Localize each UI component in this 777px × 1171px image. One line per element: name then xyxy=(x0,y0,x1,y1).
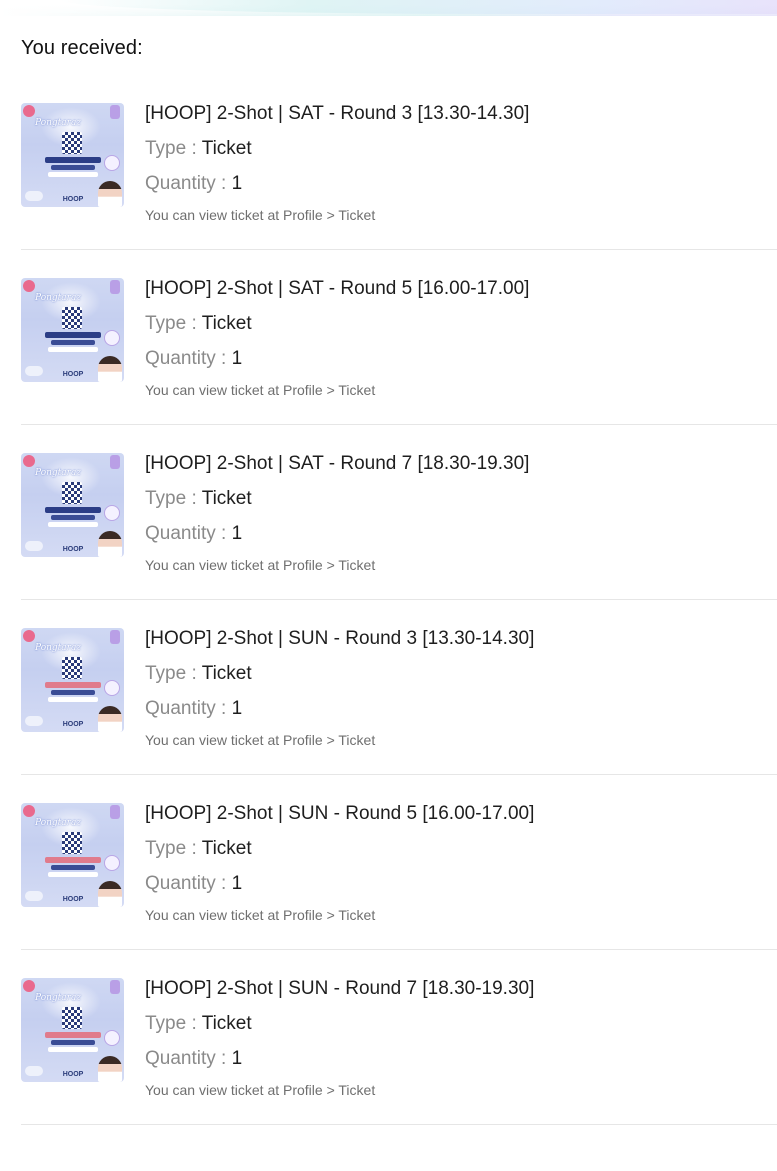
type-value: Ticket xyxy=(201,313,252,334)
divider xyxy=(21,1124,777,1125)
item-note: You can view ticket at Profile > Ticket xyxy=(145,382,376,398)
item-type: Type : Ticket xyxy=(145,488,252,510)
type-label: Type : xyxy=(145,1013,202,1034)
type-label: Type : xyxy=(145,488,202,509)
ticket-poster-thumbnail[interactable]: Pongtaraz HOOP xyxy=(21,628,124,732)
ticket-poster-thumbnail[interactable]: Pongtaraz HOOP xyxy=(21,103,124,207)
item-quantity: Quantity : 1 xyxy=(145,1048,242,1070)
thumbnail-brand: HOOP xyxy=(62,1071,84,1078)
quantity-label: Quantity : xyxy=(145,873,232,894)
type-label: Type : xyxy=(145,838,202,859)
quantity-value: 1 xyxy=(231,348,243,369)
ticket-poster-thumbnail[interactable]: Pongtaraz HOOP xyxy=(21,978,124,1082)
list-item[interactable]: Pongtaraz HOOP [HOOP] 2-Shot | SAT - Rou… xyxy=(0,425,777,600)
item-title: [HOOP] 2-Shot | SAT - Round 7 [18.30-19.… xyxy=(145,453,530,474)
quantity-value: 1 xyxy=(231,1048,243,1069)
list-item[interactable]: Pongtaraz HOOP [HOOP] 2-Shot | SAT - Rou… xyxy=(0,75,777,250)
thumbnail-brand: HOOP xyxy=(62,546,84,553)
type-label: Type : xyxy=(145,663,202,684)
item-title: [HOOP] 2-Shot | SAT - Round 3 [13.30-14.… xyxy=(145,103,530,124)
list-item[interactable]: Pongtaraz HOOP [HOOP] 2-Shot | SAT - Rou… xyxy=(0,250,777,425)
thumbnail-brand: HOOP xyxy=(62,196,84,203)
item-type: Type : Ticket xyxy=(145,1013,252,1035)
item-note: You can view ticket at Profile > Ticket xyxy=(145,907,376,923)
thumbnail-brand: HOOP xyxy=(62,896,84,903)
quantity-label: Quantity : xyxy=(145,348,232,369)
quantity-value: 1 xyxy=(231,698,243,719)
item-note: You can view ticket at Profile > Ticket xyxy=(145,557,376,573)
type-value: Ticket xyxy=(201,663,252,684)
type-label: Type : xyxy=(145,313,202,334)
item-note: You can view ticket at Profile > Ticket xyxy=(145,732,376,748)
item-quantity: Quantity : 1 xyxy=(145,698,242,720)
ticket-poster-thumbnail[interactable]: Pongtaraz HOOP xyxy=(21,453,124,557)
type-value: Ticket xyxy=(201,138,252,159)
item-type: Type : Ticket xyxy=(145,138,252,160)
list-item[interactable]: Pongtaraz HOOP [HOOP] 2-Shot | SUN - Rou… xyxy=(0,600,777,775)
ticket-poster-thumbnail[interactable]: Pongtaraz HOOP xyxy=(21,278,124,382)
ticket-poster-thumbnail[interactable]: Pongtaraz HOOP xyxy=(21,803,124,907)
item-quantity: Quantity : 1 xyxy=(145,348,242,370)
type-value: Ticket xyxy=(201,838,252,859)
quantity-label: Quantity : xyxy=(145,523,232,544)
quantity-value: 1 xyxy=(231,523,243,544)
top-gradient-band xyxy=(0,0,777,16)
item-type: Type : Ticket xyxy=(145,313,252,335)
list-item[interactable]: Pongtaraz HOOP [HOOP] 2-Shot | SUN - Rou… xyxy=(0,775,777,950)
quantity-value: 1 xyxy=(231,873,243,894)
thumbnail-brand: HOOP xyxy=(62,371,84,378)
item-title: [HOOP] 2-Shot | SUN - Round 5 [16.00-17.… xyxy=(145,803,535,824)
quantity-label: Quantity : xyxy=(145,698,232,719)
item-title: [HOOP] 2-Shot | SUN - Round 3 [13.30-14.… xyxy=(145,628,535,649)
type-value: Ticket xyxy=(201,488,252,509)
received-heading: You received: xyxy=(21,37,143,59)
item-note: You can view ticket at Profile > Ticket xyxy=(145,207,376,223)
item-quantity: Quantity : 1 xyxy=(145,873,242,895)
item-type: Type : Ticket xyxy=(145,663,252,685)
received-items-list: Pongtaraz HOOP [HOOP] 2-Shot | SAT - Rou… xyxy=(0,75,777,1125)
list-item[interactable]: Pongtaraz HOOP [HOOP] 2-Shot | SUN - Rou… xyxy=(0,950,777,1125)
thumbnail-brand: HOOP xyxy=(62,721,84,728)
item-quantity: Quantity : 1 xyxy=(145,523,242,545)
item-title: [HOOP] 2-Shot | SAT - Round 5 [16.00-17.… xyxy=(145,278,530,299)
item-quantity: Quantity : 1 xyxy=(145,173,242,195)
quantity-label: Quantity : xyxy=(145,173,232,194)
quantity-label: Quantity : xyxy=(145,1048,232,1069)
item-type: Type : Ticket xyxy=(145,838,252,860)
item-note: You can view ticket at Profile > Ticket xyxy=(145,1082,376,1098)
quantity-value: 1 xyxy=(231,173,243,194)
item-title: [HOOP] 2-Shot | SUN - Round 7 [18.30-19.… xyxy=(145,978,535,999)
type-value: Ticket xyxy=(201,1013,252,1034)
type-label: Type : xyxy=(145,138,202,159)
